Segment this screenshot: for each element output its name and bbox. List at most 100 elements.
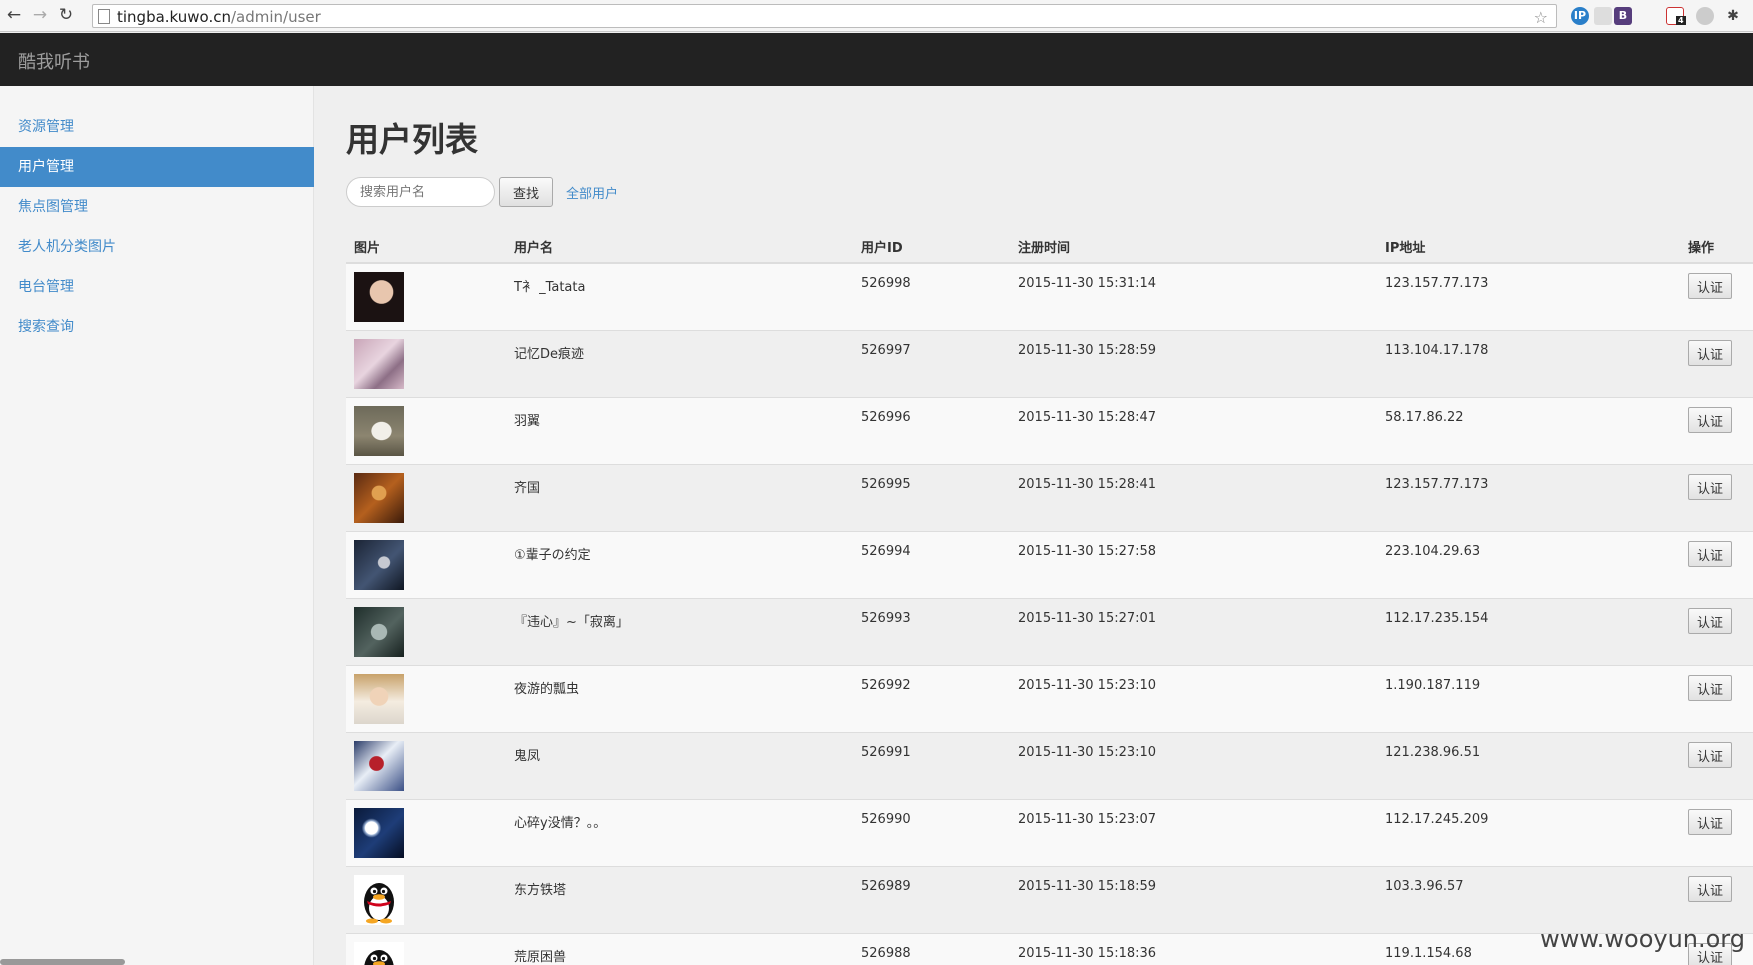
address-bar[interactable]: tingba.kuwo.cn/admin/user ☆ bbox=[92, 4, 1557, 28]
register-time-cell: 2015-11-30 15:28:59 bbox=[1018, 343, 1157, 358]
ip-address-cell: 112.17.235.154 bbox=[1385, 611, 1489, 626]
browser-toolbar: ← → ↻ tingba.kuwo.cn/admin/user ☆ IP B 4… bbox=[0, 0, 1753, 32]
register-time-cell: 2015-11-30 15:18:59 bbox=[1018, 879, 1157, 894]
cloud-extension-icon[interactable] bbox=[1594, 7, 1612, 25]
register-time-cell: 2015-11-30 15:23:10 bbox=[1018, 745, 1157, 760]
username-cell: 齐国 bbox=[514, 481, 541, 496]
verify-button[interactable]: 认证 bbox=[1688, 340, 1732, 366]
user-id-cell: 526988 bbox=[861, 946, 911, 961]
back-arrow-icon[interactable]: ← bbox=[4, 5, 24, 25]
brand-title[interactable]: 酷我听书 bbox=[18, 48, 90, 74]
username-cell: T衤 _Tatata bbox=[514, 280, 586, 295]
register-time-cell: 2015-11-30 15:23:07 bbox=[1018, 812, 1157, 827]
table-row: ①輩子の约定 526994 2015-11-30 15:27:58 223.104.2… bbox=[346, 532, 1753, 599]
verify-button[interactable]: 认证 bbox=[1688, 742, 1732, 768]
user-id-cell: 526996 bbox=[861, 410, 911, 425]
username-cell: 鬼凤 bbox=[514, 749, 541, 764]
search-input[interactable] bbox=[346, 177, 495, 207]
ip-address-cell: 121.238.96.51 bbox=[1385, 745, 1481, 760]
verify-button[interactable]: 认证 bbox=[1688, 608, 1732, 634]
register-time-cell: 2015-11-30 15:27:58 bbox=[1018, 544, 1157, 559]
header-action: 操作 bbox=[1688, 241, 1715, 256]
top-navbar: 酷我听书 bbox=[0, 33, 1753, 86]
sidebar-item-radio[interactable]: 电台管理 bbox=[0, 267, 314, 307]
page-icon bbox=[98, 9, 110, 24]
all-users-link[interactable]: 全部用户 bbox=[566, 183, 618, 202]
user-avatar bbox=[354, 741, 404, 791]
ip-extension-icon[interactable]: IP bbox=[1571, 7, 1589, 25]
register-time-cell: 2015-11-30 15:18:36 bbox=[1018, 946, 1157, 961]
extension-badge: 4 bbox=[1676, 16, 1686, 25]
sidebar-item-focus-images[interactable]: 焦点图管理 bbox=[0, 187, 314, 227]
verify-button[interactable]: 认证 bbox=[1688, 474, 1732, 500]
username-cell: 心碎y没情？。。 bbox=[514, 816, 607, 831]
user-table: 图片 用户名 用户ID 注册时间 IP地址 操作 T衤 _Tatata 52699… bbox=[346, 226, 1753, 965]
ip-address-cell: 112.17.245.209 bbox=[1385, 812, 1489, 827]
register-time-cell: 2015-11-30 15:27:01 bbox=[1018, 611, 1157, 626]
ip-address-cell: 113.104.17.178 bbox=[1385, 343, 1489, 358]
search-button[interactable]: 查找 bbox=[499, 177, 553, 207]
ip-address-cell: 123.157.77.173 bbox=[1385, 276, 1489, 291]
ip-address-cell: 58.17.86.22 bbox=[1385, 410, 1464, 425]
header-register-time: 注册时间 bbox=[1018, 241, 1071, 256]
user-id-cell: 526995 bbox=[861, 477, 911, 492]
table-row: 记忆De痕迹 526997 2015-11-30 15:28:59 113.104.1… bbox=[346, 331, 1753, 398]
verify-button[interactable]: 认证 bbox=[1688, 809, 1732, 835]
header-ip-address: IP地址 bbox=[1385, 241, 1426, 256]
user-id-cell: 526998 bbox=[861, 276, 911, 291]
spider-extension-icon[interactable]: ✱ bbox=[1724, 7, 1742, 25]
sidebar-item-elderly-phone-images[interactable]: 老人机分类图片 bbox=[0, 227, 314, 267]
user-avatar bbox=[354, 339, 404, 389]
horizontal-scrollbar[interactable] bbox=[0, 959, 125, 965]
ip-address-cell: 1.190.187.119 bbox=[1385, 678, 1481, 693]
user-avatar bbox=[354, 808, 404, 858]
username-cell: 夜游的瓢虫 bbox=[514, 682, 580, 697]
user-id-cell: 526992 bbox=[861, 678, 911, 693]
table-row: 心碎y没情？。。 526990 2015-11-30 15:23:07 112.17.… bbox=[346, 800, 1753, 867]
reload-icon[interactable]: ↻ bbox=[56, 5, 76, 25]
mail-extension-icon[interactable]: 4 bbox=[1666, 7, 1686, 25]
address-url: tingba.kuwo.cn/admin/user bbox=[117, 8, 321, 26]
ip-address-cell: 103.3.96.57 bbox=[1385, 879, 1464, 894]
verify-button[interactable]: 认证 bbox=[1688, 273, 1732, 299]
username-cell: 记忆De痕迹 bbox=[514, 347, 585, 362]
user-avatar bbox=[354, 607, 404, 657]
qq-penguin-icon bbox=[364, 950, 394, 965]
verify-button[interactable]: 认证 bbox=[1688, 876, 1732, 902]
watermark: www.wooyun.org bbox=[1540, 925, 1745, 953]
user-avatar bbox=[354, 875, 404, 925]
user-avatar bbox=[354, 942, 404, 965]
register-time-cell: 2015-11-30 15:28:47 bbox=[1018, 410, 1157, 425]
sidebar-item-resources[interactable]: 资源管理 bbox=[0, 107, 314, 147]
sidebar-item-users[interactable]: 用户管理 bbox=[0, 147, 314, 187]
qq-penguin-icon bbox=[364, 883, 394, 924]
ip-address-cell: 119.1.154.68 bbox=[1385, 946, 1472, 961]
user-id-cell: 526990 bbox=[861, 812, 911, 827]
bootstrap-extension-icon[interactable]: B bbox=[1614, 7, 1632, 25]
user-id-cell: 526997 bbox=[861, 343, 911, 358]
table-row: 鬼凤 526991 2015-11-30 15:23:10 121.238.96.51… bbox=[346, 733, 1753, 800]
shield-extension-icon[interactable] bbox=[1696, 7, 1714, 25]
main-content: 用户列表 查找 全部用户 图片 用户名 用户ID 注册时间 IP地址 操作 T衤… bbox=[346, 86, 1753, 965]
header-image: 图片 bbox=[354, 241, 381, 256]
username-cell: 羽翼 bbox=[514, 414, 541, 429]
user-avatar bbox=[354, 674, 404, 724]
user-id-cell: 526993 bbox=[861, 611, 911, 626]
url-host: tingba.kuwo.cn bbox=[117, 8, 231, 26]
verify-button[interactable]: 认证 bbox=[1688, 407, 1732, 433]
verify-button[interactable]: 认证 bbox=[1688, 541, 1732, 567]
forward-arrow-icon[interactable]: → bbox=[30, 5, 50, 25]
bookmark-star-icon[interactable]: ☆ bbox=[1534, 8, 1548, 27]
user-avatar bbox=[354, 272, 404, 322]
register-time-cell: 2015-11-30 15:31:14 bbox=[1018, 276, 1157, 291]
sidebar-item-search-query[interactable]: 搜索查询 bbox=[0, 307, 314, 347]
table-row: T衤 _Tatata 526998 2015-11-30 15:31:14 123.1… bbox=[346, 264, 1753, 331]
verify-button[interactable]: 认证 bbox=[1688, 675, 1732, 701]
url-path: /admin/user bbox=[231, 8, 321, 26]
table-row: 夜游的瓢虫 526992 2015-11-30 15:23:10 1.190.187.… bbox=[346, 666, 1753, 733]
user-avatar bbox=[354, 473, 404, 523]
table-row: 『违心』~「寂离」 526993 2015-11-30 15:27:01 112.17… bbox=[346, 599, 1753, 666]
username-cell: 『违心』~「寂离」 bbox=[514, 615, 629, 630]
register-time-cell: 2015-11-30 15:23:10 bbox=[1018, 678, 1157, 693]
ip-address-cell: 223.104.29.63 bbox=[1385, 544, 1481, 559]
